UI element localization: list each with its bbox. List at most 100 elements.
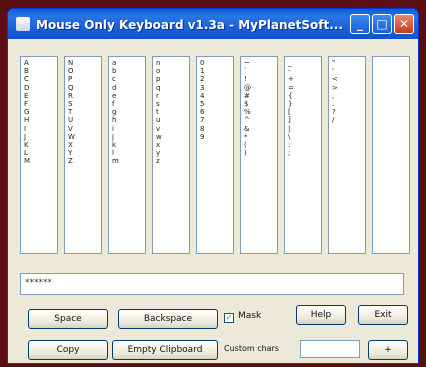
char-key[interactable]: + — [288, 75, 321, 83]
char-key[interactable]: n — [156, 59, 189, 67]
char-key[interactable]: ? — [332, 108, 365, 116]
char-key[interactable]: \ — [288, 133, 321, 141]
char-key[interactable]: = — [288, 84, 321, 92]
copy-button[interactable]: Copy — [28, 340, 108, 360]
char-key[interactable]: z — [156, 157, 189, 165]
char-key[interactable]: { — [288, 92, 321, 100]
char-key[interactable]: ~ — [244, 59, 277, 67]
char-key[interactable]: Q — [68, 84, 101, 92]
char-key[interactable]: f — [112, 100, 145, 108]
char-key[interactable]: ' — [332, 67, 365, 75]
title-bar[interactable]: Mouse Only Keyboard v1.3a - MyPlanetSoft… — [8, 9, 418, 39]
char-key[interactable]: r — [156, 92, 189, 100]
char-key[interactable]: c — [112, 75, 145, 83]
char-key[interactable]: C — [24, 75, 57, 83]
close-button[interactable]: ✕ — [394, 14, 414, 34]
char-key[interactable]: } — [288, 100, 321, 108]
char-key[interactable]: t — [156, 108, 189, 116]
char-key[interactable]: > — [332, 84, 365, 92]
char-key[interactable]: F — [24, 100, 57, 108]
char-key[interactable]: 5 — [200, 100, 233, 108]
custom-add-button[interactable]: + — [368, 340, 408, 360]
space-button[interactable]: Space — [28, 309, 108, 329]
char-key[interactable]: B — [24, 67, 57, 75]
char-key[interactable]: x — [156, 141, 189, 149]
char-key[interactable]: b — [112, 67, 145, 75]
mask-checkbox[interactable]: ✓ — [224, 313, 234, 323]
char-key[interactable]: : — [288, 141, 321, 149]
char-key[interactable]: M — [24, 157, 57, 165]
char-key[interactable]: K — [24, 141, 57, 149]
char-key[interactable]: J — [24, 133, 57, 141]
char-key[interactable]: , — [332, 92, 365, 100]
char-key[interactable]: % — [244, 108, 277, 116]
char-key[interactable]: A — [24, 59, 57, 67]
char-key[interactable]: 0 — [200, 59, 233, 67]
output-field[interactable]: ****** — [20, 273, 404, 295]
char-key[interactable]: " — [332, 59, 365, 67]
char-key[interactable]: # — [244, 92, 277, 100]
char-key[interactable]: Z — [68, 157, 101, 165]
char-key[interactable]: & — [244, 125, 277, 133]
char-key[interactable]: a — [112, 59, 145, 67]
char-key[interactable]: S — [68, 100, 101, 108]
char-key[interactable]: ( — [244, 141, 277, 149]
char-key[interactable]: D — [24, 84, 57, 92]
char-key[interactable]: ; — [288, 149, 321, 157]
char-key[interactable]: L — [24, 149, 57, 157]
char-key[interactable]: v — [156, 125, 189, 133]
char-key[interactable]: ! — [244, 75, 277, 83]
char-key[interactable]: @ — [244, 84, 277, 92]
char-key[interactable]: k — [112, 141, 145, 149]
char-key[interactable]: l — [112, 149, 145, 157]
char-key[interactable]: w — [156, 133, 189, 141]
char-key[interactable]: X — [68, 141, 101, 149]
char-key[interactable]: 2 — [200, 75, 233, 83]
char-key[interactable]: < — [332, 75, 365, 83]
char-key[interactable]: i — [112, 125, 145, 133]
empty-clipboard-button[interactable]: Empty Clipboard — [112, 340, 218, 360]
char-key[interactable]: V — [68, 125, 101, 133]
char-key[interactable]: 8 — [200, 125, 233, 133]
char-key[interactable]: ` — [244, 67, 277, 75]
char-key[interactable]: / — [332, 116, 365, 124]
char-key[interactable]: - — [288, 67, 321, 75]
char-key[interactable]: E — [24, 92, 57, 100]
maximize-button[interactable]: □ — [372, 14, 392, 34]
char-key[interactable]: . — [332, 100, 365, 108]
help-button[interactable]: Help — [296, 305, 346, 325]
char-key[interactable]: ) — [244, 149, 277, 157]
char-key[interactable]: o — [156, 67, 189, 75]
char-key[interactable]: j — [112, 133, 145, 141]
char-key[interactable]: 3 — [200, 84, 233, 92]
char-key[interactable]: g — [112, 108, 145, 116]
char-key[interactable]: 7 — [200, 116, 233, 124]
char-key[interactable]: [ — [288, 108, 321, 116]
char-key[interactable]: q — [156, 84, 189, 92]
char-key[interactable]: R — [68, 92, 101, 100]
char-key[interactable]: N — [68, 59, 101, 67]
custom-chars-input[interactable] — [300, 340, 360, 358]
char-key[interactable]: $ — [244, 100, 277, 108]
char-key[interactable]: G — [24, 108, 57, 116]
char-key[interactable]: I — [24, 125, 57, 133]
char-key[interactable]: | — [288, 125, 321, 133]
char-key[interactable]: u — [156, 116, 189, 124]
char-key[interactable]: _ — [288, 59, 321, 67]
char-key[interactable]: W — [68, 133, 101, 141]
char-key[interactable]: d — [112, 84, 145, 92]
char-key[interactable]: ] — [288, 116, 321, 124]
char-key[interactable]: 4 — [200, 92, 233, 100]
char-key[interactable]: s — [156, 100, 189, 108]
char-key[interactable]: 6 — [200, 108, 233, 116]
char-key[interactable]: m — [112, 157, 145, 165]
char-key[interactable]: P — [68, 75, 101, 83]
char-key[interactable]: Y — [68, 149, 101, 157]
char-key[interactable]: T — [68, 108, 101, 116]
char-key[interactable]: * — [244, 133, 277, 141]
char-key[interactable]: H — [24, 116, 57, 124]
char-key[interactable]: ^ — [244, 116, 277, 124]
char-key[interactable]: 9 — [200, 133, 233, 141]
minimize-button[interactable]: _ — [350, 14, 370, 34]
char-key[interactable]: U — [68, 116, 101, 124]
